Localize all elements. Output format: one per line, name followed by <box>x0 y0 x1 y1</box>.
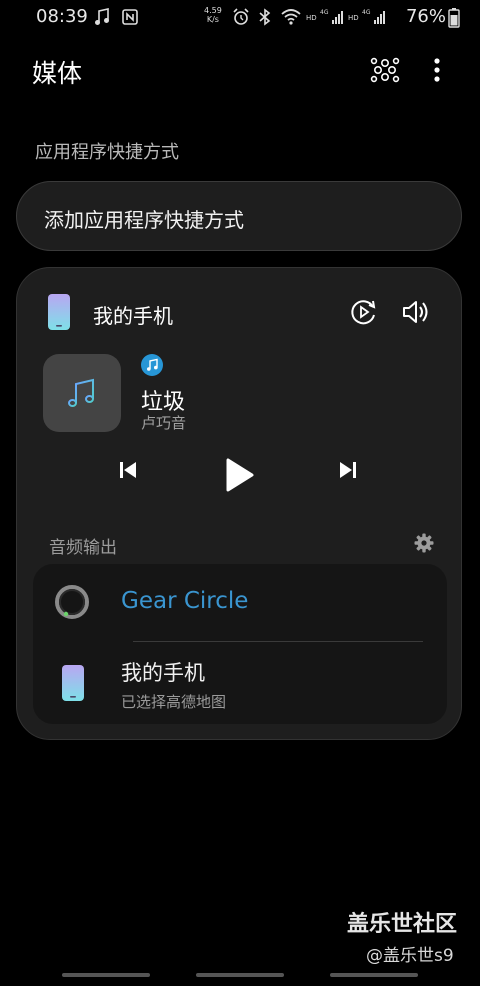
svg-text:4G: 4G <box>320 9 329 16</box>
output-device-name: Gear Circle <box>121 588 249 614</box>
nfc-icon <box>122 9 138 25</box>
hd-signal-icon: HD 4G <box>306 9 343 24</box>
music-note-icon <box>147 358 158 371</box>
svg-text:4G: 4G <box>362 9 371 16</box>
audio-output-list: Gear Circle 我的手机 已选择高德地图 <box>33 564 447 724</box>
nav-home-handle[interactable] <box>196 973 284 977</box>
network-speed: 4.59 K/s <box>204 6 222 24</box>
nav-back-handle[interactable] <box>330 973 418 977</box>
wifi-icon <box>281 9 301 25</box>
watermark-title: 盖乐世社区 <box>347 912 458 937</box>
nav-recents-handle[interactable] <box>62 973 150 977</box>
watermark-handle: @盖乐世s9 <box>366 946 454 966</box>
settings-icon[interactable] <box>413 532 435 554</box>
output-device-name: 我的手机 <box>121 661 205 685</box>
phone-icon <box>48 294 70 330</box>
svg-text:HD: HD <box>348 14 359 22</box>
battery-percent: 76% <box>405 6 446 27</box>
output-device-subtitle: 已选择高德地图 <box>121 693 227 711</box>
add-shortcut-button[interactable]: 添加应用程序快捷方式 <box>16 181 462 251</box>
status-time: 08:39 <box>36 6 88 27</box>
volume-icon[interactable] <box>401 298 431 326</box>
artist-name: 卢巧音 <box>141 414 187 432</box>
hd-signal-icon: HD 4G <box>348 9 385 24</box>
play-icon[interactable] <box>221 456 255 494</box>
more-options-icon[interactable] <box>430 57 444 83</box>
alarm-icon <box>233 8 249 25</box>
devices-network-icon[interactable] <box>370 55 400 85</box>
shortcuts-section-title: 应用程序快捷方式 <box>35 142 179 163</box>
music-app-icon <box>141 354 163 376</box>
media-card: 我的手机 垃圾 卢巧音 音频输出 Gear Circle 我的手机 已选择高德地… <box>16 267 462 740</box>
bluetooth-icon <box>259 8 271 26</box>
phone-icon <box>62 665 84 701</box>
status-bar: 08:39 4.59 K/s HD 4G HD 4G 76% <box>0 0 480 34</box>
add-shortcut-label: 添加应用程序快捷方式 <box>44 208 244 232</box>
divider <box>133 641 423 642</box>
music-note-icon <box>95 8 109 25</box>
smart-view-icon[interactable] <box>350 298 378 326</box>
svg-text:HD: HD <box>306 14 317 22</box>
audio-output-title: 音频输出 <box>49 538 117 558</box>
output-device-gear-circle[interactable]: Gear Circle <box>33 564 447 642</box>
music-note-icon <box>68 378 94 407</box>
battery-icon <box>448 8 460 28</box>
earphone-icon <box>55 585 89 619</box>
page-title: 媒体 <box>32 59 83 88</box>
device-name: 我的手机 <box>93 304 173 328</box>
next-icon[interactable] <box>337 458 359 482</box>
output-device-phone[interactable]: 我的手机 已选择高德地图 <box>33 644 447 724</box>
album-art <box>43 354 121 432</box>
previous-icon[interactable] <box>117 458 139 482</box>
